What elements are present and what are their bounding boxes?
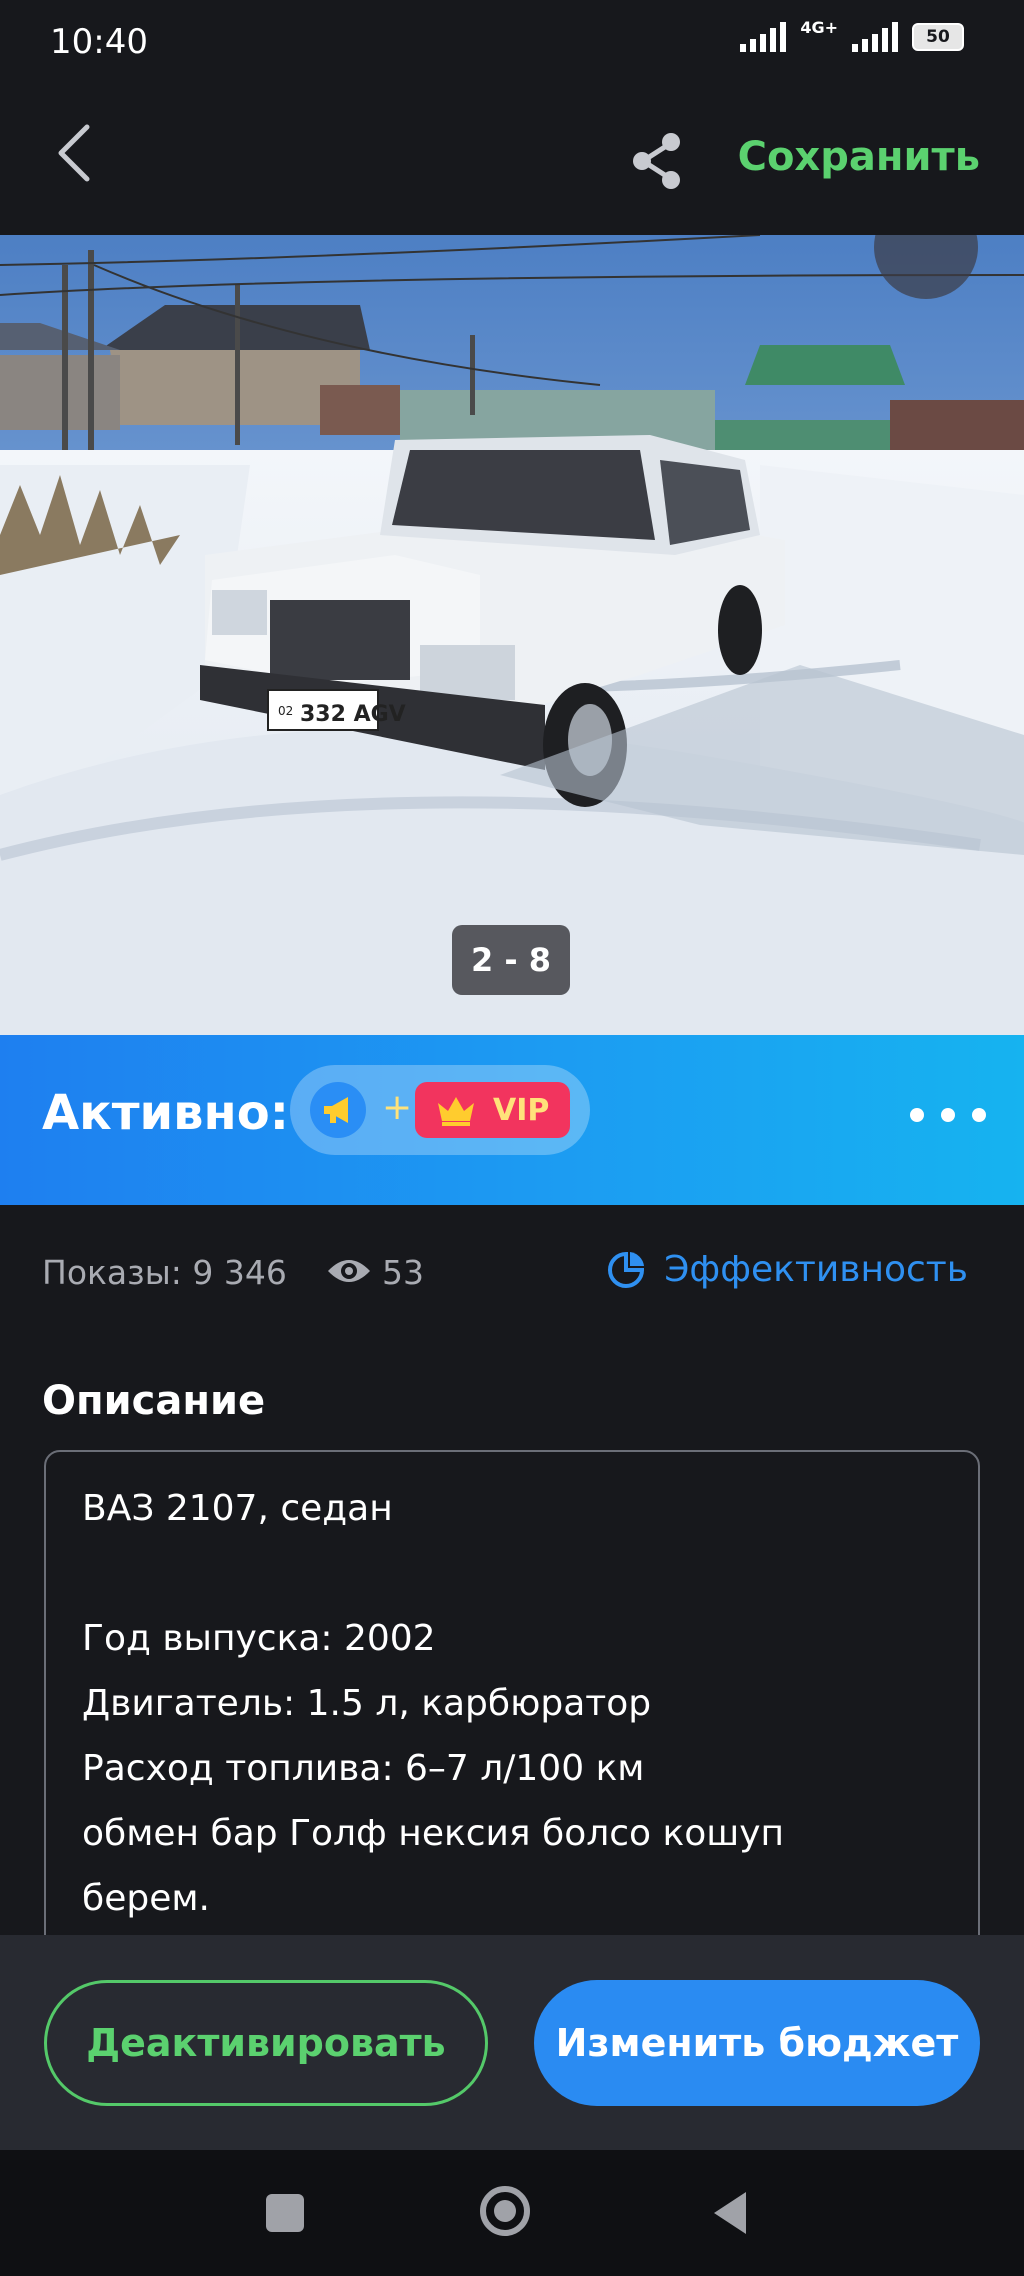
circle-icon (494, 2200, 516, 2222)
change-budget-button[interactable]: Изменить бюджет (534, 1980, 980, 2106)
eye-icon (328, 1260, 370, 1282)
stats-row: Показы: 9 346 53 Эффективность (0, 1205, 1024, 1335)
photo-counter: 2 - 8 (452, 925, 570, 995)
effectiveness-link[interactable]: Эффективность (606, 1249, 968, 1290)
megaphone-icon (324, 1097, 348, 1123)
more-horizontal-icon (910, 1108, 924, 1122)
battery-level: 50 (926, 27, 950, 47)
chevron-left-icon (58, 124, 90, 182)
promotion-pill[interactable]: + VIP (290, 1065, 590, 1155)
save-button[interactable]: Сохранить (738, 134, 980, 180)
description-line: берем. (82, 1878, 210, 1919)
plate-code: 02 (278, 704, 293, 718)
signal-icon (740, 22, 787, 52)
active-status-label: Активно: (42, 1085, 289, 1141)
promotion-banner: Активно: + VIP (0, 1035, 1024, 1205)
vip-label: VIP (493, 1092, 550, 1128)
description-title: Описание (42, 1378, 266, 1424)
plate-number: 332 AGV (300, 702, 406, 727)
car-photo: 02 332 AGV (0, 235, 1024, 1035)
status-bar: 10:40 4G+ 50 (0, 0, 1024, 90)
deactivate-button[interactable]: Деактивировать (44, 1980, 488, 2106)
promotion-plus: + (382, 1087, 413, 1128)
bottom-actions: Деактивировать Изменить бюджет (0, 1935, 1024, 2150)
signal-icon-2 (852, 22, 898, 52)
description-line (82, 1541, 948, 1606)
description-box[interactable]: ВАЗ 2107, седан Год выпуска: 2002 Двигат… (44, 1450, 980, 1970)
description-line: ВАЗ 2107, седан (82, 1488, 393, 1529)
battery-icon: 50 (912, 23, 964, 51)
description-line: Двигатель: 1.5 л, карбюратор (82, 1683, 652, 1724)
status-time: 10:40 (50, 22, 148, 62)
home-button[interactable] (480, 2186, 530, 2236)
network-type: 4G+ (800, 17, 838, 37)
pie-chart-icon (608, 1251, 645, 1288)
description-line: обмен бар Голф нексия болсо кошуп (82, 1813, 785, 1854)
promotion-boost-badge (310, 1082, 366, 1138)
share-icon (633, 133, 680, 189)
impressions-count: Показы: 9 346 (42, 1253, 287, 1292)
share-button[interactable] (622, 126, 692, 196)
description-text: ВАЗ 2107, седан Год выпуска: 2002 Двигат… (82, 1476, 948, 1931)
status-icons: 4G+ 50 (740, 18, 964, 52)
description-line: Год выпуска: 2002 (82, 1618, 436, 1659)
recents-button[interactable] (266, 2194, 304, 2232)
vip-badge: VIP (415, 1082, 570, 1138)
crown-icon (438, 1097, 474, 1126)
system-nav-bar (0, 2150, 1024, 2276)
description-line: Расход топлива: 6–7 л/100 км (82, 1748, 645, 1789)
views-count: 53 (382, 1253, 424, 1292)
more-options-button[interactable] (910, 1095, 986, 1135)
back-button[interactable] (40, 118, 110, 188)
photo-gallery[interactable]: 02 332 AGV 2 - 8 (0, 235, 1024, 1035)
toolbar: Сохранить (0, 90, 1024, 235)
effectiveness-label: Эффективность (664, 1249, 968, 1290)
triangle-back-icon[interactable] (710, 2190, 750, 2236)
